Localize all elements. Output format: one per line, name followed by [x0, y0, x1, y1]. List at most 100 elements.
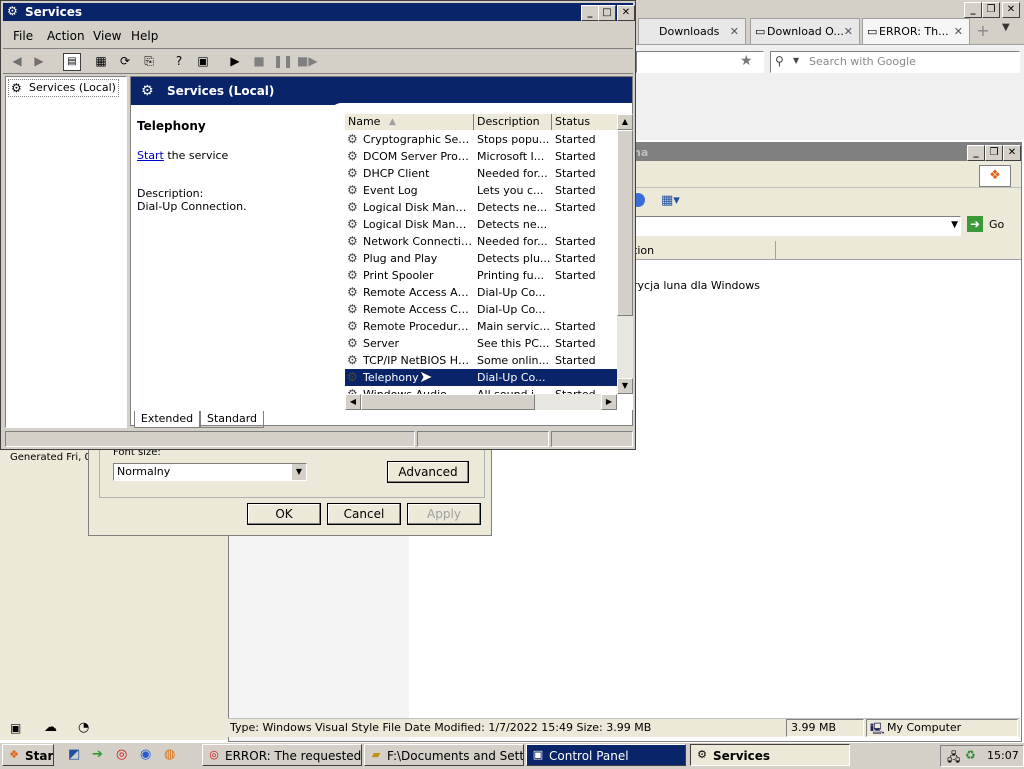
table-row[interactable]: ⚙ Logical Disk Manag... Detects ne...: [345, 216, 617, 233]
table-row[interactable]: ⚙ Event Log Lets you c... Started: [345, 182, 617, 199]
table-row[interactable]: ⚙ DCOM Server Proc... Microsoft I... Starte…: [345, 148, 617, 165]
taskbar-item-control-panel[interactable]: ▣ Control Panel: [526, 744, 686, 766]
apply-button[interactable]: Apply: [407, 503, 481, 525]
maximize-button[interactable]: □: [598, 5, 616, 21]
table-row[interactable]: ⚙ Cryptographic Serv... Stops popu... Start…: [345, 131, 617, 148]
close-icon[interactable]: ✕: [954, 19, 963, 44]
table-row[interactable]: ⚙ Remote Procedure ... Main servic... Start…: [345, 318, 617, 335]
horizontal-scrollbar[interactable]: ◀ ▶: [345, 394, 617, 410]
switch-icon[interactable]: ➔: [92, 747, 103, 762]
table-row[interactable]: ⚙ Plug and Play Detects plu... Started: [345, 250, 617, 267]
back-arrow-icon[interactable]: ◀: [9, 53, 25, 69]
scroll-left-button[interactable]: ◀: [345, 394, 361, 410]
browser-tab-download-o[interactable]: ▭ Download O... ✕: [750, 18, 860, 44]
scroll-down-button[interactable]: ▼: [617, 378, 633, 394]
start-button[interactable]: ❖ Start: [2, 744, 54, 766]
browser-tab-downloads[interactable]: Downloads ✕: [638, 18, 746, 44]
chevron-down-icon[interactable]: ▼: [951, 220, 958, 230]
close-button[interactable]: ✕: [617, 5, 635, 21]
firefox-icon[interactable]: ◉: [140, 747, 151, 762]
ok-button[interactable]: OK: [247, 503, 321, 525]
export-list-icon[interactable]: ⎘: [141, 53, 157, 69]
new-tab-button[interactable]: +: [974, 22, 992, 40]
chevron-down-icon[interactable]: ▼: [1002, 22, 1010, 33]
column-header-partial[interactable]: tion: [633, 244, 654, 257]
font-size-select[interactable]: Normalny ▼: [113, 463, 307, 481]
console-icon[interactable]: ▣: [10, 721, 21, 735]
pane-header-title: Services (Local): [167, 84, 275, 98]
table-row[interactable]: ⚙ Network Connections Needed for... Started: [345, 233, 617, 250]
vertical-scrollbar[interactable]: ▲ ▼: [617, 114, 633, 394]
taskbar-item-error[interactable]: ◎ ERROR: The requested ...: [202, 744, 362, 766]
chevron-down-icon: ▼: [793, 56, 800, 65]
service-status-cell: Started: [555, 167, 596, 180]
table-row[interactable]: ⚙ Windows Audio All sound in... Started: [345, 386, 617, 394]
close-icon[interactable]: ✕: [844, 19, 853, 44]
table-row[interactable]: ⚙ Server See this PC... Started: [345, 335, 617, 352]
properties-icon[interactable]: ▦: [93, 53, 109, 69]
start-service-link[interactable]: Start: [137, 149, 164, 162]
browser-tab-error[interactable]: ▭ ERROR: Th... ✕: [862, 18, 970, 44]
app-icon[interactable]: ◍: [164, 747, 175, 762]
help-icon[interactable]: ?: [171, 53, 187, 69]
restart-icon[interactable]: ■▶: [297, 53, 318, 69]
scroll-up-button[interactable]: ▲: [617, 114, 633, 130]
tab-standard[interactable]: Standard: [200, 411, 264, 428]
view-tabs: Extended Standard: [130, 411, 633, 429]
minimize-button[interactable]: _: [581, 5, 599, 21]
security-icon[interactable]: ♻: [965, 748, 976, 762]
table-row[interactable]: ⚙ Remote Access Aut... Dial-Up Co...: [345, 284, 617, 301]
refresh-icon[interactable]: ⟳: [117, 53, 133, 69]
scroll-thumb[interactable]: [617, 130, 633, 316]
table-row[interactable]: ⚙ Print Spooler Printing fu... Started: [345, 267, 617, 284]
show-desktop-icon[interactable]: ◩: [68, 747, 80, 762]
menu-view[interactable]: View: [93, 29, 121, 43]
services-title-bar[interactable]: ⚙ Services: [3, 3, 633, 21]
table-row[interactable]: ⚙ TCP/IP NetBIOS He... Some onlin... Starte…: [345, 352, 617, 369]
action-pane-icon[interactable]: ▣: [195, 53, 211, 69]
show-hide-tree-icon[interactable]: ▤: [63, 53, 81, 71]
table-row[interactable]: ⚙ DHCP Client Needed for... Started: [345, 165, 617, 182]
stop-icon[interactable]: ■: [251, 53, 267, 69]
explorer-minimize-button[interactable]: _: [967, 145, 985, 161]
hscroll-thumb[interactable]: [361, 394, 535, 410]
search-input[interactable]: ⚲ ▼ Search with Google: [770, 51, 1020, 73]
browser-restore-button[interactable]: ❐: [982, 2, 1000, 18]
menu-action[interactable]: Action: [47, 29, 85, 43]
column-header-status[interactable]: Status: [552, 114, 618, 130]
taskbar-item-documents[interactable]: ▰ F:\Documents and Settin...: [364, 744, 524, 766]
column-header-name[interactable]: Name ▲: [345, 114, 474, 130]
service-status-cell: Started: [555, 150, 596, 163]
tab-extended[interactable]: Extended: [134, 411, 200, 428]
close-icon[interactable]: ✕: [730, 19, 739, 44]
browser-close-button[interactable]: ✕: [1002, 2, 1020, 18]
taskbar-item-services[interactable]: ⚙ Services: [690, 744, 850, 766]
explorer-restore-button[interactable]: ❐: [985, 145, 1003, 161]
cloud-icon[interactable]: ☁: [44, 720, 57, 735]
scroll-right-button[interactable]: ▶: [601, 394, 617, 410]
views-icon[interactable]: ▦▾: [661, 193, 680, 208]
table-row[interactable]: ⚙ Remote Access Co... Dial-Up Co...: [345, 301, 617, 318]
pause-icon[interactable]: ❚❚: [273, 53, 293, 69]
network-icon[interactable]: 🖧: [947, 748, 960, 769]
page-icon: ▭: [867, 25, 878, 38]
forward-arrow-icon[interactable]: ▶: [31, 53, 47, 69]
menu-help[interactable]: Help: [131, 29, 158, 43]
chevron-down-icon[interactable]: ▼: [292, 464, 306, 480]
advanced-button[interactable]: Advanced: [387, 461, 469, 483]
table-row[interactable]: ⚙ Logical Disk Manager Detects ne... Starte…: [345, 199, 617, 216]
play-icon[interactable]: ▶: [227, 53, 243, 69]
explorer-close-button[interactable]: ✕: [1003, 145, 1021, 161]
bookmark-star-icon[interactable]: ★: [740, 53, 753, 69]
table-row[interactable]: ⚙ Telephony Dial-Up Co...: [345, 369, 617, 386]
browser-minimize-button[interactable]: _: [964, 2, 982, 18]
menu-file[interactable]: File: [13, 29, 33, 43]
search-icon: ⚲: [775, 54, 784, 68]
gauge-icon[interactable]: ◔: [78, 720, 89, 735]
tree-item-services-local[interactable]: ⚙ Services (Local): [8, 79, 119, 97]
column-header-description[interactable]: Description: [474, 114, 552, 130]
opera-icon[interactable]: ◎: [116, 747, 127, 762]
cancel-button[interactable]: Cancel: [327, 503, 401, 525]
go-button[interactable]: ➜ Go: [965, 216, 1015, 234]
address-bar[interactable]: ▼: [633, 216, 961, 236]
